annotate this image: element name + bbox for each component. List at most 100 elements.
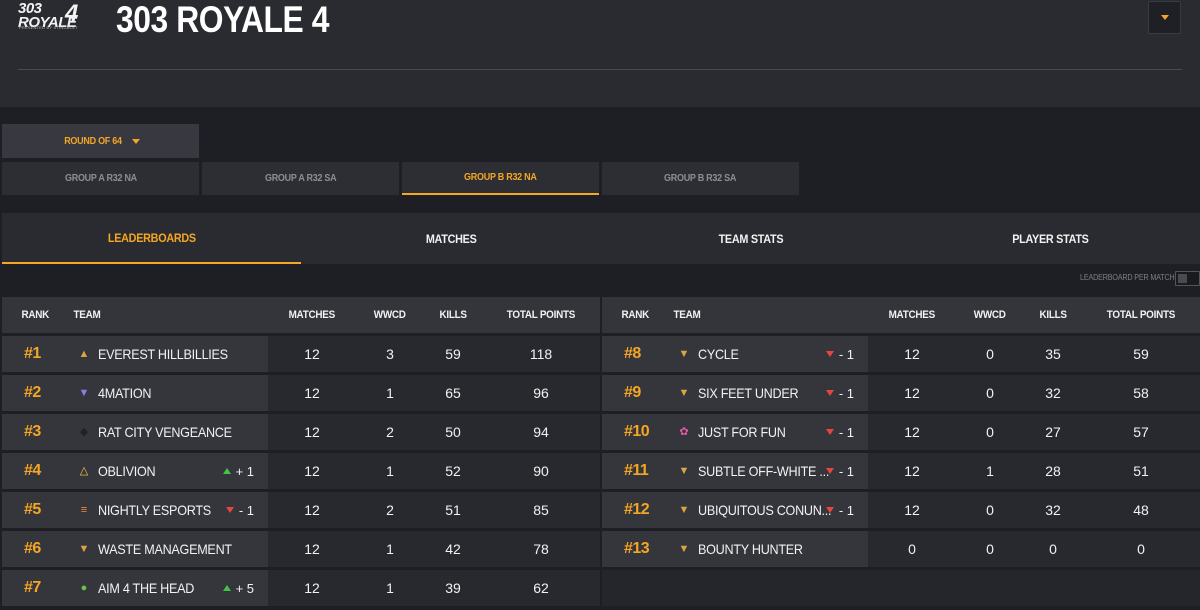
points-value: 48	[1133, 502, 1149, 518]
tab-label: LEADERBOARDS	[107, 230, 196, 245]
table-header: RANK TEAM MATCHES WWCD KILLS TOTAL POINTS	[2, 297, 600, 333]
wwcd-value: 1	[386, 541, 394, 557]
stats-cells: 12 0 32 48	[868, 492, 1200, 528]
rank-team-cell: #10 ✿ JUST FOR FUN - 1	[602, 414, 868, 450]
team-name[interactable]: WASTE MANAGEMENT	[98, 531, 232, 567]
matches-value: 12	[904, 502, 920, 518]
event-logo[interactable]: 303 ROYALE 4 PRESENTED BY STINGBOLT	[18, 1, 84, 32]
column-header-kills[interactable]: KILLS	[424, 297, 482, 333]
rank-change: - 1	[825, 414, 854, 450]
kills-value: 52	[445, 463, 461, 479]
matches-value: 12	[304, 541, 320, 557]
leaderboard-per-match-toggle[interactable]	[1175, 271, 1200, 286]
leaderboard-left: RANK TEAM MATCHES WWCD KILLS TOTAL POINTS #1 ▲ E…	[2, 297, 600, 610]
main-tabs: LEADERBOARDS MATCHES TEAM STATS PLAYER STAT…	[2, 213, 1200, 264]
column-header-rank[interactable]: RANK	[620, 297, 660, 333]
tab-team-stats[interactable]: TEAM STATS	[601, 213, 900, 264]
team-name[interactable]: RAT CITY VENGEANCE	[98, 414, 232, 450]
column-header-wwcd[interactable]: WWCD	[956, 297, 1024, 333]
team-name[interactable]: JUST FOR FUN	[698, 414, 786, 450]
table-row[interactable]: #10 ✿ JUST FOR FUN - 1 12 0 27 57	[602, 414, 1200, 450]
rank-change: + 5	[222, 570, 254, 606]
column-header-rank[interactable]: RANK	[20, 297, 60, 333]
team-name[interactable]: NIGHTLY ESPORTS	[98, 492, 211, 528]
kills-value: 28	[1045, 463, 1061, 479]
stats-cells: 12 1 39 62	[268, 570, 600, 606]
team-name[interactable]: 4MATION	[98, 375, 151, 411]
points-value: 59	[1133, 346, 1149, 362]
rank-value: #9	[624, 384, 641, 401]
kills-value: 32	[1045, 502, 1061, 518]
rank-change: - 1	[825, 375, 854, 411]
column-header-matches[interactable]: MATCHES	[868, 297, 956, 333]
team-name[interactable]: CYCLE	[698, 336, 739, 372]
matches-value: 12	[304, 424, 320, 440]
arrow-down-icon	[825, 468, 834, 474]
column-header-label: KILLS	[439, 309, 467, 321]
rank-team-cell: #5 ≡ NIGHTLY ESPORTS - 1	[2, 492, 268, 528]
column-header-total-points[interactable]: TOTAL POINTS	[1082, 297, 1200, 333]
stats-cells: 12 0 32 58	[868, 375, 1200, 411]
shield-icon: ▼	[678, 504, 690, 516]
kills-value: 65	[445, 385, 461, 401]
wwcd-value: 0	[986, 502, 994, 518]
event-menu-button[interactable]	[1148, 1, 1181, 34]
team-name[interactable]: AIM 4 THE HEAD	[98, 570, 194, 606]
table-row[interactable]: #12 ▼ UBIQUITOUS CONUN... - 1 12 0 32 48	[602, 492, 1200, 528]
column-header-matches[interactable]: MATCHES	[268, 297, 356, 333]
team-name[interactable]: SIX FEET UNDER	[698, 375, 799, 411]
table-row[interactable]: #8 ▼ CYCLE - 1 12 0 35 59	[602, 336, 1200, 372]
column-header-team[interactable]: TEAM	[672, 297, 772, 333]
column-header-label: KILLS	[1039, 309, 1067, 321]
shield-icon: ▼	[678, 348, 690, 360]
team-name[interactable]: OBLIVION	[98, 453, 156, 489]
kills-value: 51	[445, 502, 461, 518]
table-row[interactable]: #6 ▼ WASTE MANAGEMENT 12 1 42 78	[2, 531, 600, 567]
table-row[interactable]: #9 ▼ SIX FEET UNDER - 1 12 0 32 58	[602, 375, 1200, 411]
group-tab-group-a-r32-na[interactable]: GROUP A R32 NA	[2, 162, 199, 195]
column-header-team[interactable]: TEAM	[72, 297, 172, 333]
team-name[interactable]: UBIQUITOUS CONUN...	[698, 492, 832, 528]
column-header-total-points[interactable]: TOTAL POINTS	[482, 297, 600, 333]
stripes-icon: ≡	[80, 504, 88, 516]
tab-leaderboards[interactable]: LEADERBOARDS	[2, 213, 301, 264]
points-value: 90	[533, 463, 549, 479]
column-header-wwcd[interactable]: WWCD	[356, 297, 424, 333]
team-name[interactable]: SUBTLE OFF-WHITE ...	[698, 453, 829, 489]
tab-matches[interactable]: MATCHES	[302, 213, 601, 264]
team-name[interactable]: EVEREST HILLBILLIES	[98, 336, 228, 372]
table-row[interactable]: #11 ▼ SUBTLE OFF-WHITE ... - 1 12 1 28 51	[602, 453, 1200, 489]
wwcd-value: 1	[386, 385, 394, 401]
table-row[interactable]: #13 ▼ BOUNTY HUNTER 0 0 0 0	[602, 531, 1200, 567]
team-name[interactable]: BOUNTY HUNTER	[698, 531, 803, 567]
table-row[interactable]: #5 ≡ NIGHTLY ESPORTS - 1 12 2 51 85	[2, 492, 600, 528]
rank-team-cell: #3 ◆ RAT CITY VENGEANCE	[2, 414, 268, 450]
table-row[interactable]: #1 ▲ EVEREST HILLBILLIES 12 3 59 118	[2, 336, 600, 372]
wwcd-value: 1	[386, 463, 394, 479]
table-row[interactable]: #2 ▼ 4MATION 12 1 65 96	[2, 375, 600, 411]
stats-cells: 12 0 35 59	[868, 336, 1200, 372]
table-row[interactable]: #7 ● AIM 4 THE HEAD + 5 12 1 39 62	[2, 570, 600, 606]
rank-value: #1	[24, 345, 41, 362]
rank-team-cell: #7 ● AIM 4 THE HEAD + 5	[2, 570, 268, 606]
points-value: 0	[1137, 541, 1145, 557]
wwcd-value: 0	[986, 541, 994, 557]
stats-cells: 0 0 0 0	[868, 531, 1200, 567]
rank-team-cell: #9 ▼ SIX FEET UNDER - 1	[602, 375, 868, 411]
group-tab-group-b-r32-sa[interactable]: GROUP B R32 SA	[602, 162, 799, 195]
table-row[interactable]: #3 ◆ RAT CITY VENGEANCE 12 2 50 94	[2, 414, 600, 450]
points-value: 62	[533, 580, 549, 596]
round-dropdown[interactable]: ROUND OF 64	[2, 124, 199, 158]
tab-player-stats[interactable]: PLAYER STATS	[901, 213, 1200, 264]
arrow-down-icon	[825, 429, 834, 435]
column-header-label: RANK	[621, 309, 650, 321]
group-tab-group-a-r32-sa[interactable]: GROUP A R32 SA	[202, 162, 399, 195]
column-header-kills[interactable]: KILLS	[1024, 297, 1082, 333]
leaderboard-per-match-label: LEADERBOARD PER MATCH	[1080, 273, 1175, 282]
points-value: 78	[533, 541, 549, 557]
group-tab-group-b-r32-na[interactable]: GROUP B R32 NA	[402, 162, 599, 195]
mountain-icon: ▲	[78, 348, 90, 360]
table-row[interactable]: #4 △ OBLIVION + 1 12 1 52 90	[2, 453, 600, 489]
triangle-icon: △	[79, 465, 89, 477]
kills-value: 59	[445, 346, 461, 362]
